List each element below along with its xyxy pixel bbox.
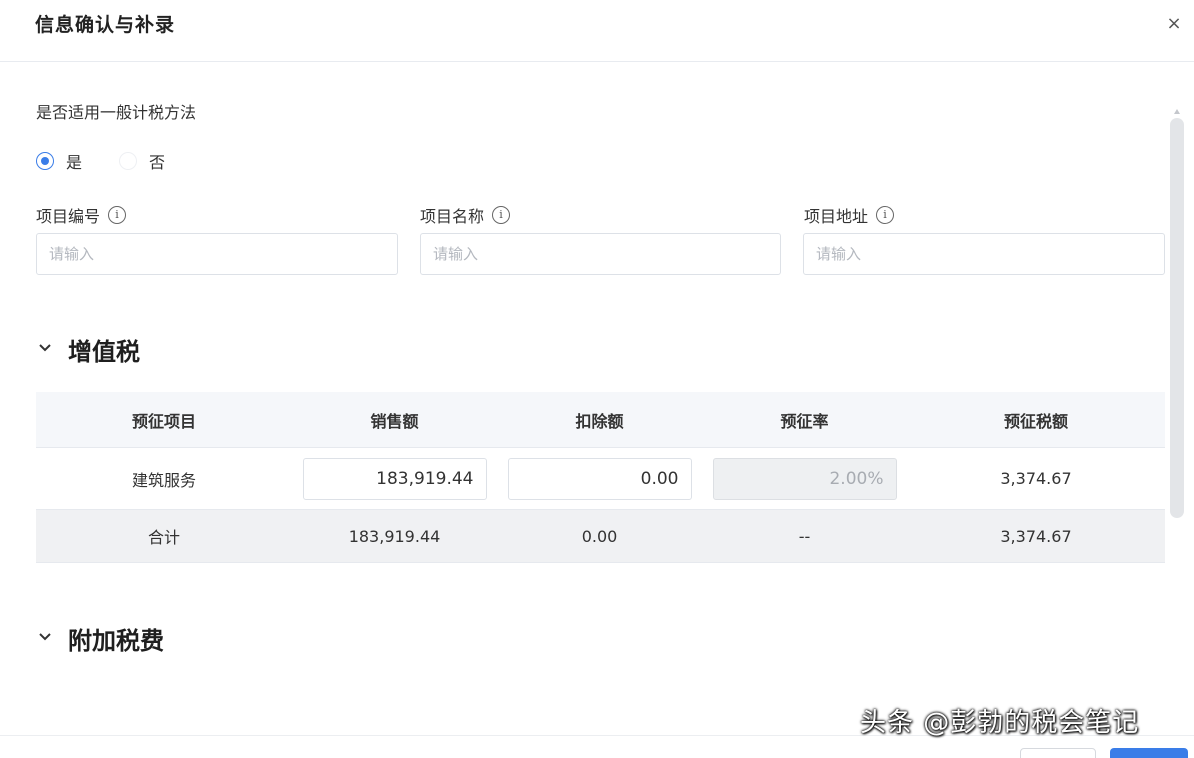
surcharge-section-header[interactable]: 附加税费 [38,621,164,656]
total-deduction: 0.00 [581,526,618,546]
radio-yes[interactable]: 是 [36,150,82,172]
info-confirm-dialog: 信息确认与补录 × 是否适用一般计税方法 是 否 项目编号 i 项目名称 i 项… [0,0,1194,758]
project-name-label-text: 项目名称 [420,207,485,226]
info-icon[interactable]: i [108,206,127,224]
project-number-input[interactable] [36,233,398,275]
project-number-label: 项目编号 i [36,203,127,227]
project-name-input[interactable] [420,233,781,275]
deduction-amount-input[interactable] [507,457,692,500]
prepay-tax-cell: 3,374.67 [1000,469,1072,488]
radio-no[interactable]: 否 [119,150,165,172]
project-address-label-text: 项目地址 [804,207,869,226]
close-icon[interactable]: × [1164,12,1184,36]
total-row: 合计 183,919.44 0.00 -- 3,374.67 [36,510,1165,563]
cancel-button[interactable] [1020,748,1096,758]
info-icon[interactable]: i [876,206,895,224]
vat-table: 预征项目 销售额 扣除额 预征率 预征税额 建筑服务 3,374.67 [36,392,1165,563]
column-header: 预征税额 [1003,411,1068,431]
chevron-down-icon[interactable] [38,343,56,357]
chevron-down-icon[interactable] [38,632,56,646]
radio-no-label: 否 [149,153,166,172]
scroll-up-icon[interactable] [1174,101,1180,114]
project-address-label: 项目地址 i [804,203,895,227]
table-row: 建筑服务 3,374.67 [36,448,1165,510]
info-icon[interactable]: i [492,206,511,224]
confirm-button[interactable] [1110,748,1188,758]
project-name-label: 项目名称 i [420,203,511,227]
vat-section-header[interactable]: 增值税 [38,332,140,367]
total-tax: 3,374.67 [1000,526,1072,546]
project-number-label-text: 项目编号 [36,207,101,226]
vat-section-title: 增值税 [68,338,140,366]
deduction-cell [497,448,702,509]
table-header: 预征项目 销售额 扣除额 预征率 预征税额 [36,392,1165,448]
watermark-text: 头条 @彭勃的税会笔记 [860,708,1140,738]
project-address-input[interactable] [803,233,1165,275]
prepay-rate-input [712,457,897,500]
prepay-item-cell: 建筑服务 [131,470,196,490]
radio-unchecked-icon[interactable] [119,152,137,170]
dialog-header: 信息确认与补录 × [0,0,1194,62]
radio-yes-label: 是 [66,153,83,172]
dialog-body: 是否适用一般计税方法 是 否 项目编号 i 项目名称 i 项目地址 i [0,63,1194,713]
vertical-scrollbar[interactable] [1170,118,1184,518]
total-rate: -- [798,526,811,546]
total-sales: 183,919.44 [348,526,441,546]
rate-cell [702,448,907,509]
column-header: 预征项目 [131,411,196,431]
column-header: 销售额 [370,411,419,431]
column-header: 预征率 [780,411,829,431]
sales-cell [292,448,497,509]
surcharge-section-title: 附加税费 [68,627,164,655]
tax-method-question: 是否适用一般计税方法 [36,103,197,122]
column-header: 扣除额 [575,411,624,431]
sales-amount-input[interactable] [302,457,487,500]
total-label: 合计 [147,528,180,547]
radio-checked-icon[interactable] [36,152,54,170]
dialog-title: 信息确认与补录 [35,14,176,36]
